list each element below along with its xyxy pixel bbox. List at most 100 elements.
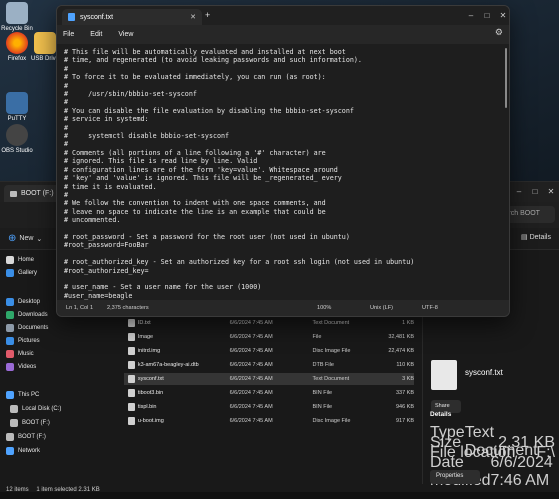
notepad-status-bar: Ln 1, Col 1 2,375 characters 100% Unix (… — [57, 300, 509, 316]
file-date: 6/6/2024 7:45 AM — [229, 376, 273, 382]
gallery-icon — [6, 269, 14, 277]
properties-button[interactable]: Properties — [430, 470, 480, 484]
file-type: Disc Image File — [312, 418, 351, 424]
close-button[interactable]: ✕ — [543, 182, 559, 200]
nav-item-gallery[interactable]: Gallery — [6, 269, 37, 277]
file-name: ID.txt — [137, 320, 151, 326]
file-type: DTB File — [312, 362, 334, 368]
cursor-position: Ln 1, Col 1 — [66, 305, 94, 311]
vertical-scrollbar[interactable] — [505, 48, 507, 108]
documents-icon — [6, 324, 14, 332]
nav-item-label: Music — [18, 351, 34, 357]
file-size: 337 KB — [395, 390, 414, 396]
details-heading: Details — [430, 411, 452, 418]
minimize-button[interactable]: – — [463, 6, 479, 24]
desktop-icon-putty[interactable]: PuTTY — [0, 92, 34, 122]
music-icon — [6, 350, 14, 358]
file-size: 22,474 KB — [388, 348, 414, 354]
file-size: 32,481 KB — [388, 334, 414, 340]
nav-item-label: Local Disk (C:) — [22, 406, 62, 412]
file-row[interactable]: tispl.bin 6/6/2024 7:45 AM BIN File 946 KB — [124, 401, 414, 413]
file-row[interactable]: Image 6/6/2024 7:45 AM File 32,481 KB — [124, 331, 414, 343]
nav-item-videos[interactable]: Videos — [6, 363, 36, 371]
menu-view[interactable]: View — [118, 31, 133, 38]
usb-drive-icon — [10, 190, 17, 197]
editor-content[interactable]: # This file will be automatically evalua… — [64, 48, 509, 300]
nav-item-boot-drive-root[interactable]: BOOT (F:) — [6, 433, 46, 441]
file-name: u-boot.img — [137, 418, 164, 424]
nav-item-documents[interactable]: Documents — [6, 324, 48, 332]
encoding: UTF-8 — [422, 305, 438, 311]
nav-item-label: This PC — [18, 392, 40, 398]
file-name: tiboot3.bin — [137, 390, 164, 396]
new-button[interactable]: ⊕ New ⌄ — [8, 233, 42, 244]
nav-item-label: BOOT (F:) — [18, 434, 46, 440]
file-icon — [128, 361, 135, 369]
maximize-button[interactable]: □ — [527, 182, 543, 200]
maximize-button[interactable]: □ — [479, 6, 495, 24]
nav-item-label: Gallery — [18, 270, 38, 276]
notepad-tab[interactable]: sysconf.txt ✕ — [62, 9, 202, 25]
nav-item-label: Videos — [18, 364, 37, 370]
navigation-pane: Home Gallery Desktop Downloads Documents… — [0, 250, 61, 484]
disc-image-icon — [128, 417, 135, 425]
file-row-selected[interactable]: sysconf.txt 6/6/2024 7:45 AM Text Document… — [124, 373, 414, 385]
file-type: Text Document — [312, 376, 350, 382]
file-size: 3 KB — [402, 376, 414, 382]
desktop-icon-label: Firefox — [7, 56, 27, 62]
file-row[interactable]: k3-am67a-beagley-ai.dtb 6/6/2024 7:45 AM D… — [124, 359, 414, 371]
gear-icon[interactable]: ⚙ — [495, 27, 503, 38]
putty-icon — [6, 92, 28, 114]
notepad-window: sysconf.txt ✕ + – □ ✕ File Edit View ⚙ #… — [56, 5, 510, 317]
usb-drive-icon — [10, 419, 18, 427]
nav-item-this-pc[interactable]: This PC — [6, 391, 39, 399]
file-size: 917 KB — [395, 418, 414, 424]
nav-item-label: BOOT (F:) — [22, 420, 50, 426]
details-button-label: Details — [529, 234, 551, 241]
file-row[interactable]: u-boot.img 6/6/2024 7:45 AM Disc Image Fil… — [124, 415, 414, 427]
file-row[interactable]: initrd.img 6/6/2024 7:45 AM Disc Image Fil… — [124, 345, 414, 357]
menu-edit[interactable]: Edit — [90, 31, 102, 38]
file-size: 1 KB — [402, 320, 414, 326]
text-file-icon — [128, 319, 135, 327]
file-row[interactable]: ID.txt 6/6/2024 7:45 AM Text Document 1 KB — [124, 317, 414, 329]
new-button-label: New — [19, 235, 34, 242]
nav-item-label: Desktop — [18, 299, 41, 305]
nav-item-label: Home — [18, 257, 35, 263]
desktop-icon-recycle-bin[interactable]: Recycle Bin — [0, 2, 34, 32]
file-name: k3-am67a-beagley-ai.dtb — [137, 362, 199, 368]
new-tab-button[interactable]: + — [205, 10, 210, 20]
desktop-icon-label: OBS Studio — [1, 148, 33, 154]
nav-item-downloads[interactable]: Downloads — [6, 311, 48, 319]
pictures-icon — [6, 337, 14, 345]
disc-image-icon — [128, 347, 135, 355]
nav-item-network[interactable]: Network — [6, 447, 40, 455]
menu-file[interactable]: File — [63, 31, 74, 38]
desktop-icon — [6, 298, 14, 306]
nav-item-desktop[interactable]: Desktop — [6, 298, 40, 306]
pc-icon — [6, 391, 14, 399]
details-pane-button[interactable]: ▤ Details — [521, 233, 551, 241]
file-row[interactable]: tiboot3.bin 6/6/2024 7:45 AM BIN File 337 K… — [124, 387, 414, 399]
minimize-button[interactable]: – — [511, 182, 527, 200]
text-editor[interactable]: # This file will be automatically evalua… — [57, 44, 509, 300]
network-icon — [6, 447, 14, 455]
nav-item-label: Network — [18, 448, 41, 454]
nav-item-home[interactable]: Home — [6, 256, 34, 264]
nav-item-pictures[interactable]: Pictures — [6, 337, 40, 345]
close-tab-icon[interactable]: ✕ — [190, 13, 196, 21]
nav-item-local-disk[interactable]: Local Disk (C:) — [10, 405, 61, 413]
close-button[interactable]: ✕ — [495, 6, 509, 24]
nav-item-music[interactable]: Music — [6, 350, 34, 358]
zoom-level[interactable]: 100% — [317, 305, 331, 311]
file-name: Image — [137, 334, 154, 340]
details-file-name: sysconf.txt — [465, 368, 503, 377]
file-icon — [128, 333, 135, 341]
usb-drive-icon — [6, 433, 14, 441]
downloads-icon — [6, 311, 14, 319]
desktop-icon-obs[interactable]: OBS Studio — [0, 124, 34, 154]
file-date: 6/6/2024 7:45 AM — [229, 320, 273, 326]
desktop-icon-label: PuTTY — [7, 116, 27, 122]
nav-item-boot-drive[interactable]: BOOT (F:) — [10, 419, 50, 427]
file-type: Text Document — [312, 320, 350, 326]
